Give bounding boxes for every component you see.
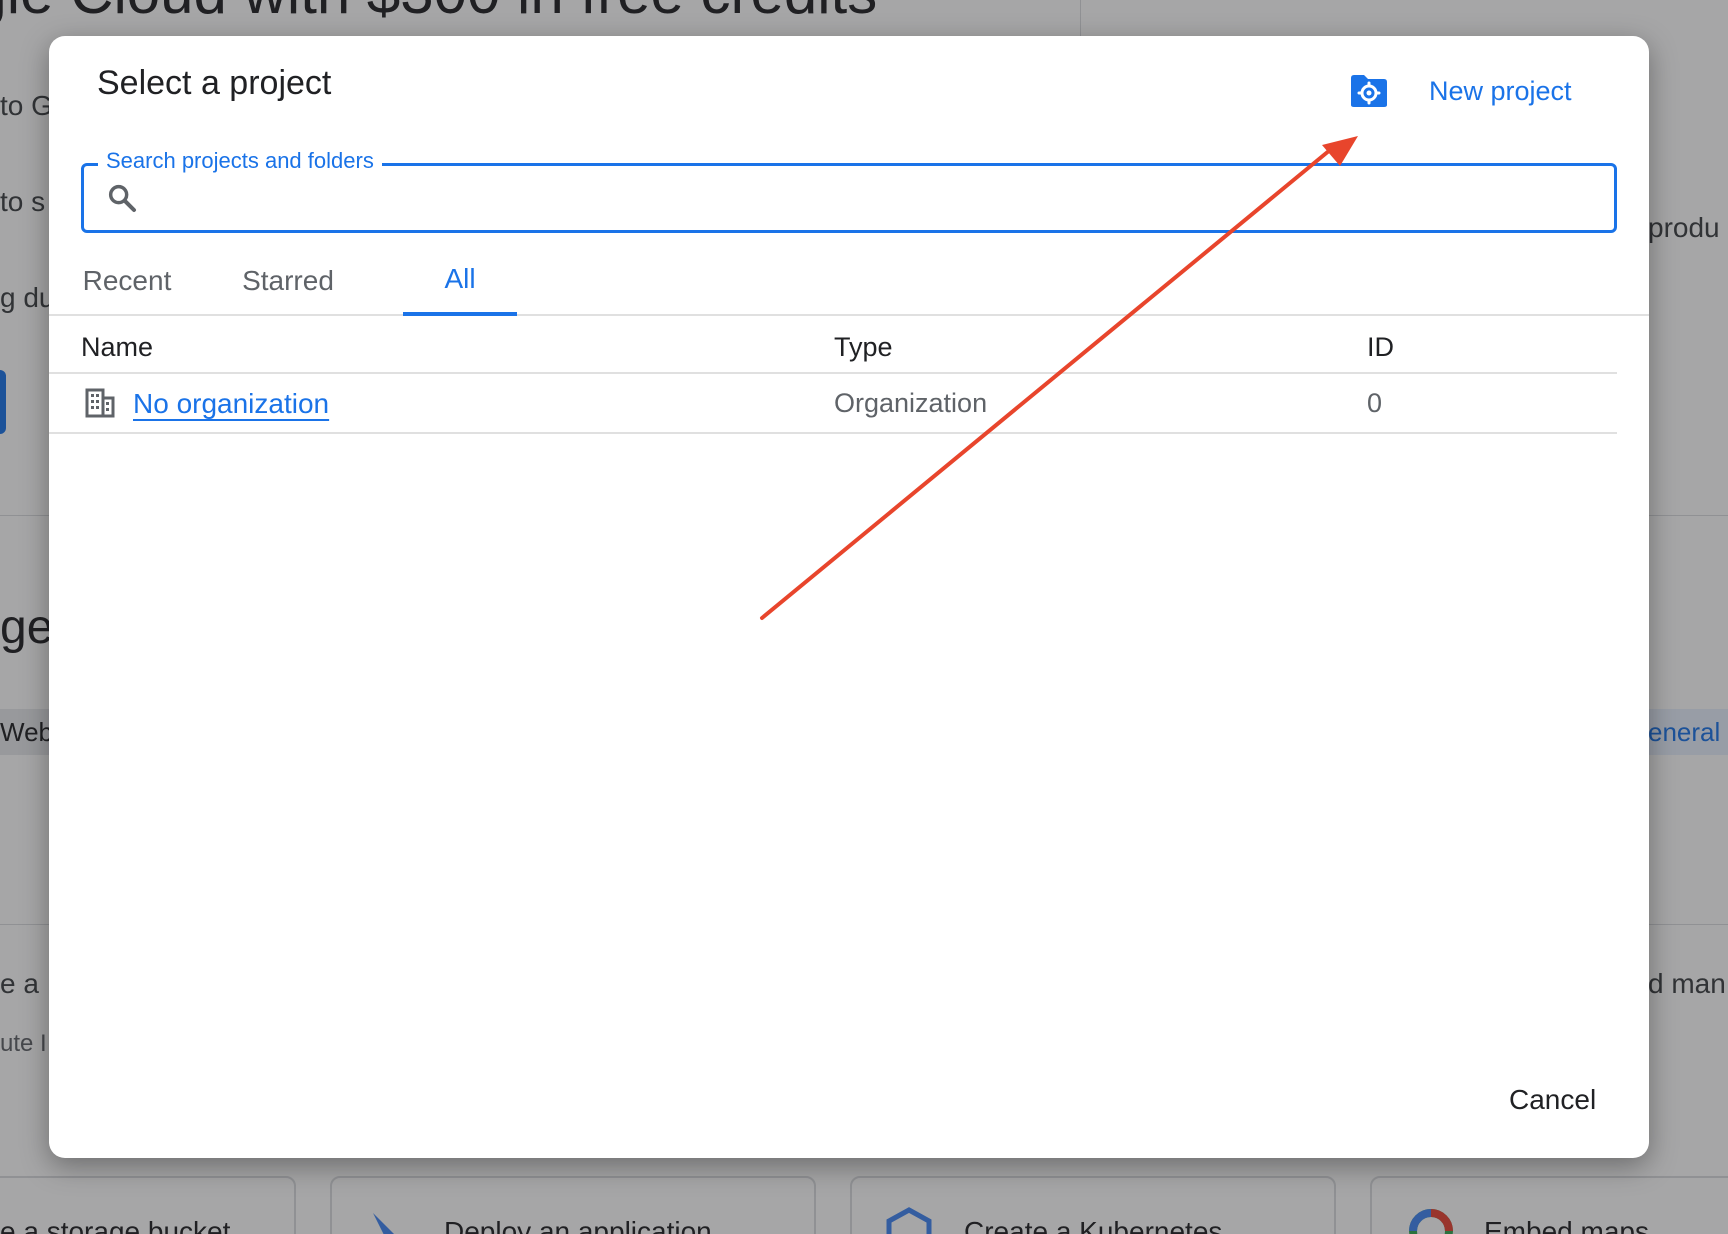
building-icon <box>85 388 115 418</box>
new-project-label: New project <box>1429 75 1572 106</box>
projects-table: Name Type ID No organization Organizatio… <box>49 318 1617 434</box>
dialog-title: Select a project <box>97 64 332 102</box>
column-header-id[interactable]: ID <box>1367 332 1394 363</box>
organization-link[interactable]: No organization <box>133 388 329 420</box>
search-icon <box>108 184 136 212</box>
new-project-folder-gear-icon <box>1351 75 1387 107</box>
project-tabs: Recent Starred All <box>49 246 1649 316</box>
new-project-button[interactable]: New project <box>1349 66 1572 116</box>
table-header: Name Type ID <box>49 318 1617 374</box>
row-id: 0 <box>1367 388 1383 418</box>
table-row[interactable]: No organization Organization 0 <box>49 374 1617 434</box>
select-project-dialog: Select a project New project Search proj… <box>49 36 1649 1158</box>
tab-recent[interactable]: Recent <box>71 246 183 316</box>
tab-all[interactable]: All <box>403 246 517 316</box>
tab-starred[interactable]: Starred <box>225 246 351 316</box>
cancel-button[interactable]: Cancel <box>1509 1084 1596 1116</box>
column-header-name[interactable]: Name <box>81 332 153 363</box>
search-field-label: Search projects and folders <box>98 148 382 174</box>
row-type: Organization <box>834 388 988 418</box>
search-input[interactable] <box>154 174 1594 222</box>
column-header-type[interactable]: Type <box>834 332 893 363</box>
search-field[interactable]: Search projects and folders <box>81 148 1617 233</box>
